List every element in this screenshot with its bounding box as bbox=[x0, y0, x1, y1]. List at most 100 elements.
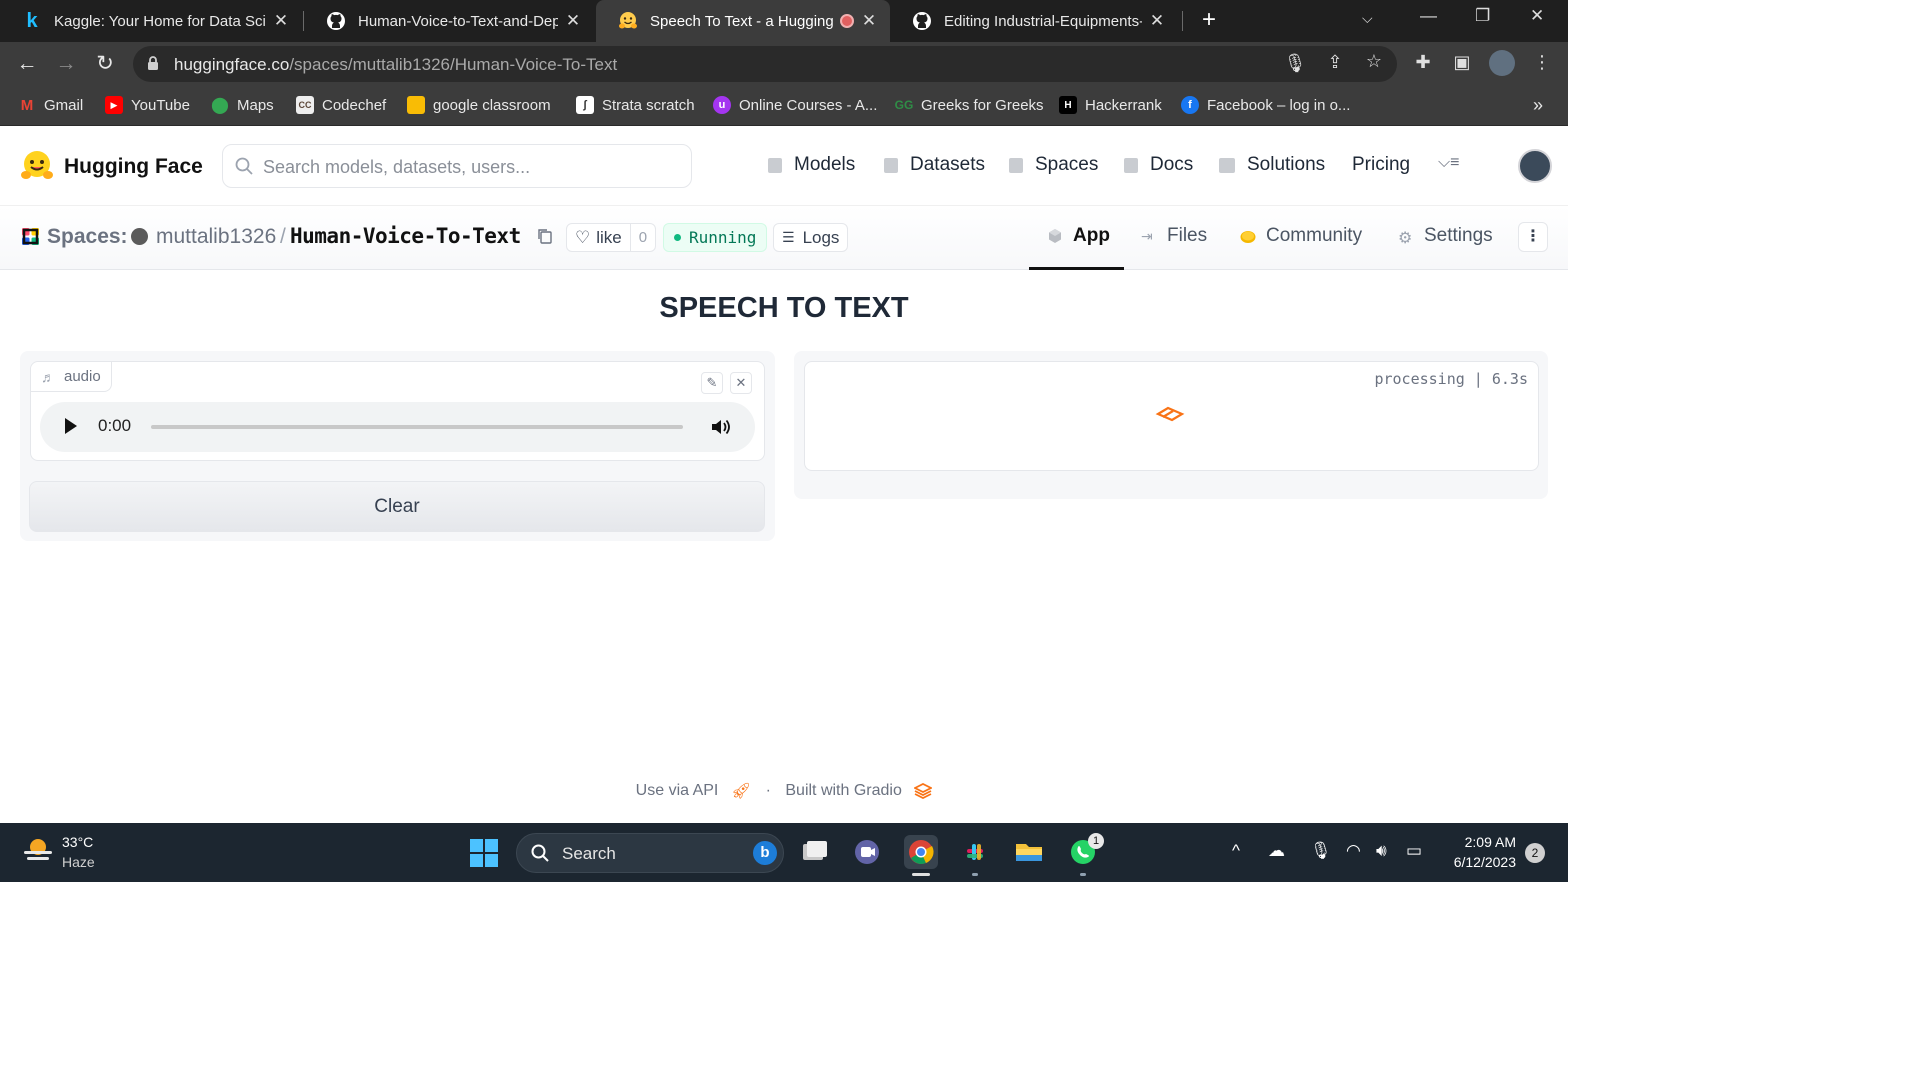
wifi-icon[interactable]: ◠ bbox=[1346, 841, 1361, 861]
bookmark-geeks-for-geeks[interactable]: GG Greeks for Greeks bbox=[895, 94, 1044, 116]
like-button[interactable]: ♡ like 0 bbox=[566, 223, 657, 252]
forward-icon[interactable]: → bbox=[53, 51, 79, 77]
tab-kaggle[interactable]: k Kaggle: Your Home for Data Science ✕ bbox=[0, 0, 302, 42]
bookmark-facebook[interactable]: f Facebook – log in o... bbox=[1181, 94, 1350, 116]
notification-count[interactable]: 2 bbox=[1525, 843, 1545, 863]
show-hidden-icons-icon[interactable]: ^ bbox=[1232, 841, 1240, 861]
battery-icon[interactable]: ▭ bbox=[1406, 841, 1422, 861]
microphone-icon[interactable]: 🎙︎ bbox=[1283, 53, 1307, 74]
tab-settings[interactable]: ⚙ Settings bbox=[1398, 225, 1493, 247]
taskbar-search[interactable]: Search b bbox=[516, 833, 784, 873]
audio-seek-bar[interactable] bbox=[151, 425, 683, 429]
tab-app[interactable]: App bbox=[1047, 225, 1110, 247]
play-button[interactable] bbox=[65, 418, 77, 434]
more-options-button[interactable]: ⋮ bbox=[1518, 222, 1548, 252]
bookmark-codechef[interactable]: CC Codechef bbox=[296, 94, 386, 116]
bing-icon[interactable]: b bbox=[753, 841, 777, 865]
spaces-label: Spaces: bbox=[47, 225, 128, 248]
nav-pricing[interactable]: Pricing bbox=[1352, 154, 1410, 176]
bookmarks-overflow-button[interactable]: » bbox=[1533, 94, 1543, 116]
clock-time[interactable]: 2:09 AM bbox=[1446, 834, 1516, 850]
tab-search-icon[interactable]: ⌵ bbox=[1362, 10, 1373, 27]
hf-brand-name[interactable]: Hugging Face bbox=[64, 155, 203, 179]
tab-github-editing[interactable]: Editing Industrial-Equipments-Defect ✕ bbox=[890, 0, 1178, 42]
teams-chat-icon[interactable] bbox=[850, 835, 884, 869]
search-input[interactable] bbox=[263, 155, 683, 179]
back-icon[interactable]: ← bbox=[14, 51, 40, 77]
minimize-icon[interactable]: — bbox=[1420, 6, 1437, 26]
task-view-icon[interactable] bbox=[798, 835, 832, 869]
recording-indicator-icon bbox=[840, 14, 854, 28]
speaker-icon[interactable]: 🔊︎ bbox=[1376, 841, 1387, 861]
github-icon bbox=[326, 11, 346, 31]
close-tab-icon[interactable]: ✕ bbox=[1148, 11, 1166, 31]
space-name[interactable]: Human-Voice-To-Text bbox=[290, 224, 521, 248]
bookmark-google-classroom[interactable]: google classroom bbox=[407, 94, 551, 116]
community-icon bbox=[1240, 231, 1256, 243]
owner-separator: / bbox=[280, 225, 286, 248]
close-icon: ✕ bbox=[735, 375, 747, 390]
bookmark-gmail[interactable]: M Gmail bbox=[18, 94, 83, 116]
bookmark-online-courses[interactable]: u Online Courses - A... bbox=[713, 94, 877, 116]
hugging-face-logo-icon[interactable] bbox=[20, 150, 54, 182]
app-cube-icon bbox=[1049, 229, 1061, 243]
weather-temperature: 33°C bbox=[62, 834, 94, 850]
close-window-icon[interactable]: ✕ bbox=[1530, 6, 1544, 26]
share-icon[interactable]: ⇪ bbox=[1323, 52, 1347, 73]
user-avatar[interactable] bbox=[1518, 149, 1552, 183]
processing-status: processing | 6.3s bbox=[1374, 370, 1528, 388]
tab-github-voice[interactable]: Human-Voice-to-Text-and-Deployment ✕ bbox=[304, 0, 594, 42]
microphone-icon[interactable]: 🎙︎ bbox=[1310, 841, 1332, 861]
clear-button[interactable]: Clear bbox=[29, 481, 765, 532]
edit-audio-button[interactable]: ✎ bbox=[701, 372, 723, 394]
nav-datasets[interactable]: Datasets bbox=[884, 154, 985, 176]
bookmark-youtube[interactable]: ▶ YouTube bbox=[105, 94, 190, 116]
chrome-taskbar-icon[interactable] bbox=[904, 835, 938, 869]
nav-more-icon[interactable]: ⌵≡ bbox=[1438, 154, 1459, 172]
space-owner[interactable]: muttalib1326 bbox=[156, 225, 276, 249]
logs-button[interactable]: ☰ Logs bbox=[773, 223, 849, 252]
bookmark-maps[interactable]: ⬤ Maps bbox=[211, 94, 274, 116]
tab-speech-to-text[interactable]: Speech To Text - a Hugging Face Space ✕ bbox=[596, 0, 890, 42]
nav-docs[interactable]: Docs bbox=[1124, 154, 1193, 176]
extensions-icon[interactable]: ✚ bbox=[1411, 52, 1435, 73]
profile-avatar[interactable] bbox=[1489, 50, 1515, 81]
owner-avatar bbox=[131, 228, 148, 245]
use-via-api-link[interactable]: Use via API bbox=[636, 782, 719, 799]
onedrive-icon[interactable]: ☁ bbox=[1268, 841, 1285, 861]
windows-start-icon[interactable] bbox=[470, 839, 498, 867]
reload-icon[interactable]: ↻ bbox=[92, 51, 118, 77]
nav-solutions[interactable]: Solutions bbox=[1219, 154, 1325, 176]
bookmark-hackerrank[interactable]: H Hackerrank bbox=[1059, 94, 1162, 116]
bookmark-label: Online Courses - A... bbox=[739, 96, 878, 114]
address-bar[interactable]: huggingface.co/spaces/muttalib1326/Human… bbox=[133, 46, 1397, 82]
close-tab-icon[interactable]: ✕ bbox=[860, 11, 878, 31]
copy-icon[interactable] bbox=[537, 228, 552, 244]
bookmark-label: Hackerrank bbox=[1085, 96, 1162, 114]
tab-title: Kaggle: Your Home for Data Science bbox=[54, 12, 266, 30]
star-icon[interactable]: ☆ bbox=[1362, 51, 1386, 72]
maps-pin-icon: ⬤ bbox=[211, 97, 229, 114]
built-with-gradio-link[interactable]: Built with Gradio bbox=[785, 782, 902, 799]
weather-haze-icon[interactable] bbox=[22, 835, 54, 865]
menu-icon[interactable]: ⋮ bbox=[1530, 52, 1554, 73]
hf-search-box[interactable] bbox=[222, 144, 692, 188]
like-label: like bbox=[596, 227, 622, 247]
file-explorer-icon[interactable] bbox=[1012, 835, 1046, 869]
restore-icon[interactable]: ❐ bbox=[1475, 6, 1490, 26]
bookmark-strata-scratch[interactable]: ʃ Strata scratch bbox=[576, 94, 695, 116]
clock-date[interactable]: 6/12/2023 bbox=[1446, 854, 1516, 870]
slack-icon[interactable] bbox=[958, 835, 992, 869]
volume-icon[interactable] bbox=[710, 416, 732, 438]
remove-audio-button[interactable]: ✕ bbox=[730, 372, 752, 394]
app-title: SPEECH TO TEXT bbox=[659, 292, 909, 324]
close-tab-icon[interactable]: ✕ bbox=[564, 11, 582, 31]
side-panel-icon[interactable]: ▣ bbox=[1450, 52, 1474, 73]
close-tab-icon[interactable]: ✕ bbox=[272, 11, 290, 31]
new-tab-button[interactable]: + bbox=[1196, 8, 1222, 34]
tab-community[interactable]: Community bbox=[1240, 225, 1362, 247]
nav-models[interactable]: Models bbox=[768, 154, 855, 176]
nav-spaces[interactable]: Spaces bbox=[1009, 154, 1098, 176]
tab-files[interactable]: ⇥ Files bbox=[1141, 225, 1207, 247]
docs-icon bbox=[1124, 157, 1138, 173]
